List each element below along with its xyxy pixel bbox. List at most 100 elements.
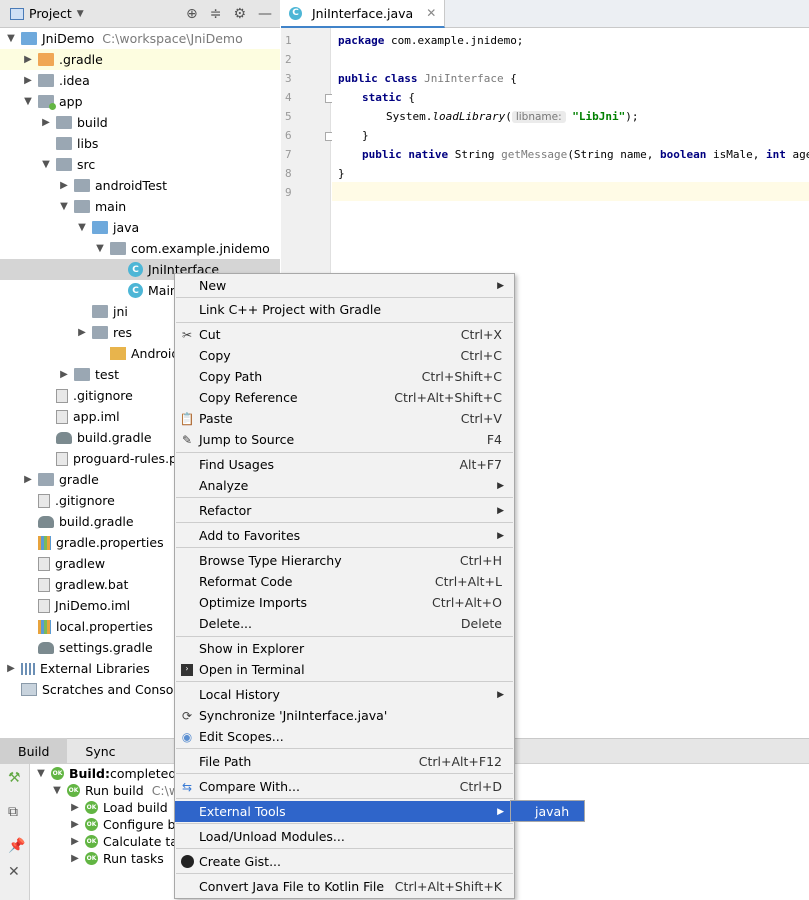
properties-icon [38,619,51,634]
expand-arrow-icon[interactable]: ▶ [69,802,81,813]
tree-item[interactable]: ▼ java [0,217,280,238]
menu-item-copy[interactable]: Copy Ctrl+C [175,345,514,366]
expand-arrow-icon[interactable]: ▶ [5,663,17,674]
menu-item-edit-scopes[interactable]: ◉ Edit Scopes... [175,726,514,747]
menu-item-compare-with[interactable]: ⇆ Compare With... Ctrl+D [175,776,514,797]
tab-build[interactable]: Build [0,738,68,764]
project-view-selector[interactable]: Project ▼ [10,6,84,21]
menu-item-delete[interactable]: Delete... Delete [175,613,514,634]
expand-arrow-icon[interactable]: ▶ [69,819,81,830]
caret-row-highlight [332,182,809,201]
tree-item[interactable]: libs [0,133,280,154]
menu-item-link-cpp[interactable]: Link C++ Project with Gradle [175,299,514,320]
menu-item-external-tools[interactable]: External Tools ▶ [175,801,514,822]
expand-arrow-icon[interactable]: ▼ [5,33,17,44]
menu-item-find-usages[interactable]: Find Usages Alt+F7 [175,454,514,475]
close-icon[interactable]: ✕ [426,6,436,20]
build-row[interactable]: ▶ OK Load build [69,799,168,816]
menu-item-analyze[interactable]: Analyze ▶ [175,475,514,496]
build-row[interactable]: ▶ OK Calculate ta [69,833,178,850]
build-row[interactable]: ▼ OK Run build C:\w [51,782,179,799]
expand-arrow-icon[interactable]: ▼ [94,243,106,254]
expand-arrow-icon[interactable]: ▶ [40,117,52,128]
success-icon: OK [85,801,98,814]
build-row[interactable]: ▶ OK Configure b [69,816,175,833]
editor-tab-jniinterface[interactable]: C JniInterface.java ✕ [281,0,446,28]
menu-item-reformat-code[interactable]: Reformat Code Ctrl+Alt+L [175,571,514,592]
menu-item-copy-path[interactable]: Copy Path Ctrl+Shift+C [175,366,514,387]
project-tool-window-header: Project ▼ ⊕ ≑ ⚙ — [0,0,280,28]
tree-item[interactable]: ▼ com.example.jnidemo [0,238,280,259]
expand-arrow-icon[interactable]: ▼ [51,785,63,796]
pin-icon[interactable]: 📌 [8,838,25,854]
close-icon[interactable]: ✕ [8,864,20,880]
menu-item-convert-to-kotlin[interactable]: Convert Java File to Kotlin File Ctrl+Alt… [175,876,514,897]
menu-item-new[interactable]: New ▶ [175,275,514,296]
expand-arrow-icon[interactable]: ▼ [35,768,47,779]
source-folder-icon [92,221,108,234]
hammer-icon[interactable]: ⚒ [8,770,21,786]
tree-item[interactable]: ▼ app [0,91,280,112]
menu-item-paste[interactable]: 📋 Paste Ctrl+V [175,408,514,429]
cut-icon: ✂ [181,327,193,342]
minimize-icon[interactable]: — [258,6,272,22]
expand-arrow-icon[interactable]: ▶ [58,369,70,380]
build-row[interactable]: ▶ OK Run tasks [69,850,164,867]
expand-arrow-icon[interactable]: ▼ [76,222,88,233]
menu-item-create-gist[interactable]: Create Gist... [175,851,514,872]
parameter-hint: libname: [511,111,566,123]
line-number: 4 [285,91,292,104]
tree-item[interactable]: ▼ JniDemo C:\workspace\JniDemo [0,28,280,49]
project-icon [10,7,24,20]
toggle-view-icon[interactable]: ⧉ [8,804,18,820]
menu-item-cut[interactable]: ✂ Cut Ctrl+X [175,324,514,345]
menu-item-synchronize[interactable]: ⟳ Synchronize 'JniInterface.java' [175,705,514,726]
expand-arrow-icon[interactable]: ▶ [22,75,34,86]
gear-icon[interactable]: ⚙ [233,6,246,22]
menu-item-open-in-terminal[interactable]: › Open in Terminal [175,659,514,680]
folder-icon [56,116,72,129]
expand-arrow-icon[interactable]: ▶ [69,853,81,864]
tree-item-label: gradle.properties [56,535,164,550]
expand-arrow-icon[interactable]: ▼ [22,96,34,107]
menu-item-show-in-explorer[interactable]: Show in Explorer [175,638,514,659]
menu-item-copy-reference[interactable]: Copy Reference Ctrl+Alt+Shift+C [175,387,514,408]
locate-icon[interactable]: ⊕ [186,6,198,22]
tree-item-label: com.example.jnidemo [131,241,270,256]
tree-item[interactable]: ▶ .gradle [0,49,280,70]
menu-item-browse-type-hierarchy[interactable]: Browse Type Hierarchy Ctrl+H [175,550,514,571]
tree-item[interactable]: ▼ main [0,196,280,217]
menu-item-local-history[interactable]: Local History ▶ [175,684,514,705]
package-icon [110,242,126,255]
expand-arrow-icon[interactable]: ▶ [76,327,88,338]
tree-item[interactable]: ▶ build [0,112,280,133]
submenu-item-javah[interactable]: javah [510,800,585,822]
line-number: 5 [285,110,292,123]
menu-item-jump-to-source[interactable]: ✎ Jump to Source F4 [175,429,514,450]
collapse-all-icon[interactable]: ≑ [210,6,222,22]
menu-item-load-unload-modules[interactable]: Load/Unload Modules... [175,826,514,847]
tree-item-label: app.iml [73,409,120,424]
code-line-6: } [362,129,369,142]
code-line-4: static { [362,91,415,104]
tree-item-label: gradlew.bat [55,577,129,592]
tree-item[interactable]: ▶ .idea [0,70,280,91]
expand-arrow-icon[interactable]: ▼ [58,201,70,212]
menu-item-refactor[interactable]: Refactor ▶ [175,500,514,521]
tree-item-label: libs [77,136,99,151]
expand-arrow-icon[interactable]: ▶ [22,474,34,485]
tree-item-label: androidTest [95,178,168,193]
build-row[interactable]: ▼ OK Build: completed [35,765,176,782]
tree-item-label: test [95,367,120,382]
tree-item[interactable]: ▼ src [0,154,280,175]
expand-arrow-icon[interactable]: ▶ [22,54,34,65]
success-icon: OK [85,835,98,848]
expand-arrow-icon[interactable]: ▼ [40,159,52,170]
menu-item-add-to-favorites[interactable]: Add to Favorites ▶ [175,525,514,546]
menu-item-file-path[interactable]: File Path Ctrl+Alt+F12 [175,751,514,772]
tree-item[interactable]: ▶ androidTest [0,175,280,196]
expand-arrow-icon[interactable]: ▶ [69,836,81,847]
tab-sync[interactable]: Sync [67,738,133,764]
expand-arrow-icon[interactable]: ▶ [58,180,70,191]
menu-item-optimize-imports[interactable]: Optimize Imports Ctrl+Alt+O [175,592,514,613]
